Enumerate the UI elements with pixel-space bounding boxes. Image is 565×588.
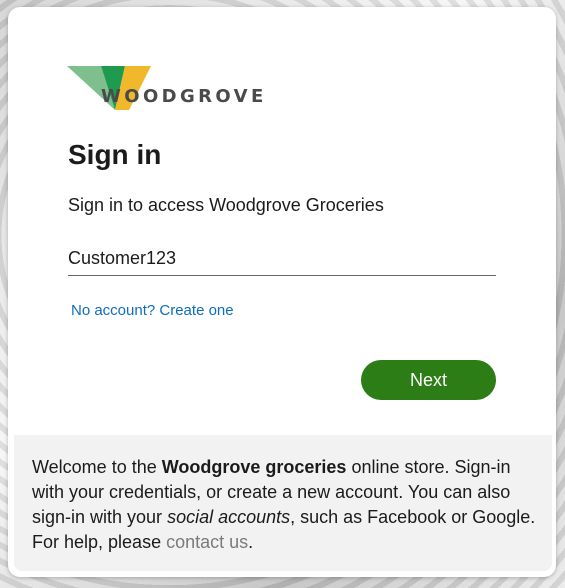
username-input[interactable] <box>68 241 496 276</box>
contact-us-link[interactable]: contact us <box>166 532 248 552</box>
footer-italic-social: social accounts <box>167 507 291 527</box>
footer-text-part: . <box>248 532 254 552</box>
next-button[interactable]: Next <box>361 360 496 400</box>
signin-subtitle: Sign in to access Woodgrove Groceries <box>68 195 384 215</box>
footer-bold-brand: Woodgrove groceries <box>161 457 347 477</box>
logo-wordmark: WOODGROVE <box>101 86 267 107</box>
footer-text-part: Welcome to the <box>32 457 162 477</box>
signin-card: WOODGROVE Sign in Sign in to access Wood… <box>8 7 556 577</box>
page-title: Sign in <box>68 139 162 170</box>
create-account-link[interactable]: No account? Create one <box>71 302 234 319</box>
footer-message: Welcome to the Woodgrove groceries onlin… <box>32 455 537 555</box>
footer-panel: Welcome to the Woodgrove groceries onlin… <box>14 435 552 571</box>
woodgrove-logo: WOODGROVE <box>67 66 267 114</box>
